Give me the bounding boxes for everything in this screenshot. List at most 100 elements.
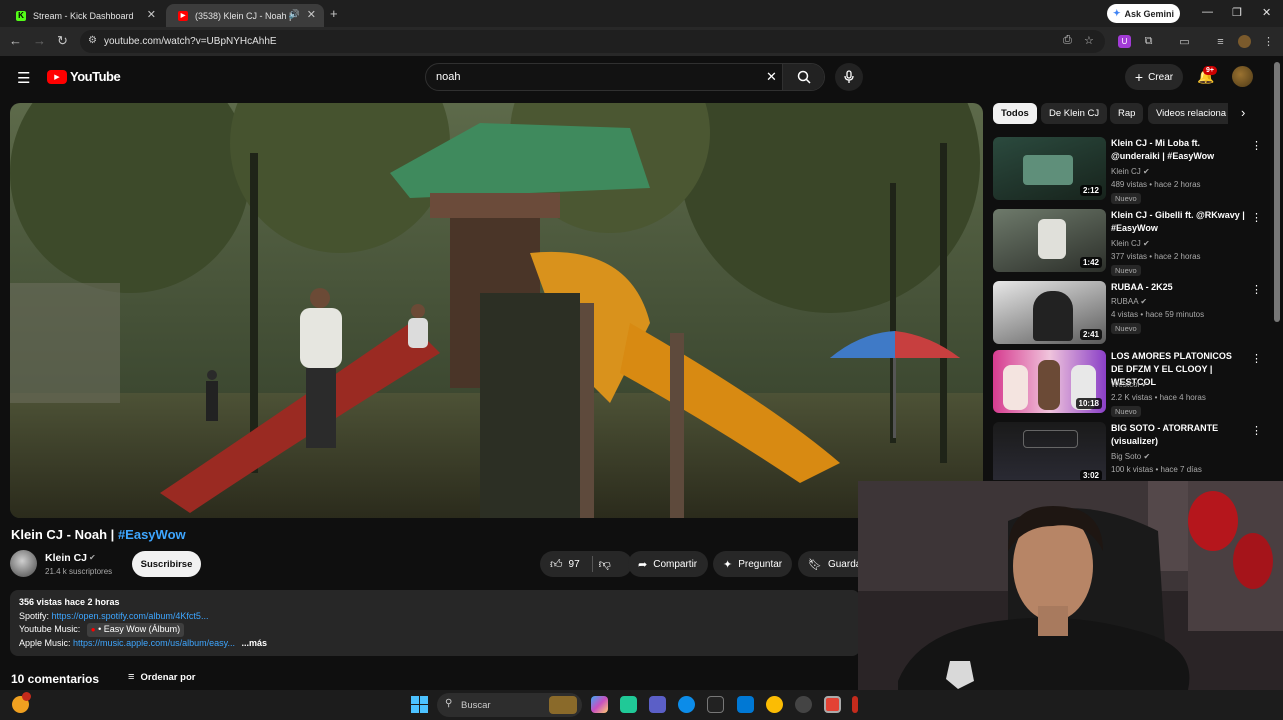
spotify-link[interactable]: https://open.spotify.com/album/4Kfct5...: [52, 611, 209, 621]
sort-button[interactable]: ≡ Ordenar por: [128, 671, 195, 683]
more-options-icon[interactable]: ⋮: [1251, 283, 1262, 296]
minimize-icon[interactable]: —: [1202, 6, 1213, 18]
game-app-icon[interactable]: [707, 696, 724, 713]
rec-channel[interactable]: Klein CJ: [1111, 239, 1141, 248]
app-icon[interactable]: [795, 696, 812, 713]
tab-youtube[interactable]: ▶ (3538) Klein CJ - Noah | #Ea 🔊 ✕: [166, 4, 324, 27]
back-icon[interactable]: ←: [9, 33, 22, 48]
chrome-icon[interactable]: [766, 696, 783, 713]
thumbnail[interactable]: 10:18: [993, 350, 1106, 413]
extensions-puzzle-icon[interactable]: ⧉: [1142, 35, 1155, 48]
reload-icon[interactable]: ↻: [57, 33, 68, 49]
teams-icon[interactable]: [649, 696, 666, 713]
maximize-icon[interactable]: ❐: [1232, 6, 1242, 19]
spotify-line: Spotify: https://open.spotify.com/album/…: [19, 610, 851, 624]
ask-gemini-button[interactable]: ✦ Ask Gemini: [1107, 4, 1180, 23]
install-app-icon[interactable]: ⎙: [1063, 34, 1072, 47]
close-window-icon[interactable]: ✕: [1262, 6, 1271, 19]
share-button[interactable]: ➦ Compartir: [628, 551, 708, 577]
audio-playing-icon[interactable]: 🔊: [289, 9, 300, 20]
app-icon[interactable]: [852, 696, 858, 713]
more-options-icon[interactable]: ⋮: [1251, 139, 1262, 152]
chip-todos[interactable]: Todos: [993, 103, 1037, 124]
windows-start-icon[interactable]: [411, 696, 428, 713]
rec-channel-row: Westcol ✔: [1111, 380, 1148, 389]
rec-title[interactable]: Klein CJ - Mi Loba ft. @underaiki | #Eas…: [1111, 137, 1246, 163]
close-tab-icon[interactable]: ✕: [147, 8, 156, 21]
recommendation-item[interactable]: 10:18 LOS AMORES PLATONICOS DE DFZM Y EL…: [993, 350, 1263, 417]
profile-avatar-icon[interactable]: [1238, 35, 1251, 48]
channel-actions-row: Klein CJ ✔ 21.4 k suscriptores Suscribir…: [10, 550, 868, 580]
user-avatar[interactable]: [1232, 66, 1253, 87]
rec-channel[interactable]: Westcol: [1111, 380, 1139, 389]
new-badge: Nuevo: [1111, 406, 1141, 417]
create-button[interactable]: + Crear: [1125, 64, 1183, 90]
menu-icon[interactable]: ☰: [17, 69, 30, 87]
reading-list-icon[interactable]: ≡: [1214, 35, 1227, 48]
recommendation-item[interactable]: 2:41 RUBAA - 2K25 RUBAA ✔ 4 vistas • hac…: [993, 281, 1263, 345]
bookmark-star-icon[interactable]: ☆: [1084, 34, 1094, 47]
search-input[interactable]: noah: [436, 71, 460, 83]
ask-button[interactable]: ✦ Preguntar: [713, 551, 792, 577]
youtube-logo[interactable]: ▶ YouTube: [47, 69, 121, 84]
rec-channel[interactable]: RUBAA: [1111, 297, 1138, 306]
like-icon[interactable]: 👍︎: [550, 557, 563, 572]
new-tab-icon[interactable]: +: [330, 6, 338, 21]
description-box[interactable]: 356 vistas hace 2 horas Spotify: https:/…: [10, 590, 860, 656]
ytmusic-link[interactable]: • Easy Wow (Álbum): [98, 624, 180, 634]
rec-title[interactable]: Klein CJ - Gibelli ft. @RKwavy | #EasyWo…: [1111, 209, 1246, 235]
chrome-menu-icon[interactable]: ⋮: [1262, 35, 1275, 48]
ytmusic-chip[interactable]: ● • Easy Wow (Álbum): [86, 623, 185, 637]
more-options-icon[interactable]: ⋮: [1251, 211, 1262, 224]
extension-icon[interactable]: U: [1118, 35, 1131, 48]
recommendation-item[interactable]: 1:42 Klein CJ - Gibelli ft. @RKwavy | #E…: [993, 209, 1263, 276]
app-icon[interactable]: [620, 696, 637, 713]
thumbnail[interactable]: 2:41: [993, 281, 1106, 344]
tab-kick-dashboard[interactable]: K Stream - Kick Dashboard ✕: [4, 4, 164, 27]
site-info-icon[interactable]: ⚙: [88, 35, 97, 46]
chevron-right-icon[interactable]: ›: [1241, 105, 1245, 120]
logo-text: YouTube: [70, 69, 121, 84]
chip-de-klein-cj[interactable]: De Klein CJ: [1041, 103, 1108, 124]
side-panel-icon[interactable]: ▭: [1178, 35, 1191, 48]
more-options-icon[interactable]: ⋮: [1251, 424, 1262, 437]
address-bar[interactable]: ⚙ youtube.com/watch?v=UBpNYHcAhhE ⎙ ☆: [80, 30, 1105, 53]
channel-name[interactable]: Klein CJ: [45, 552, 87, 564]
edge-icon[interactable]: [678, 696, 695, 713]
rec-channel[interactable]: Klein CJ: [1111, 167, 1141, 176]
page-scrollbar[interactable]: [1274, 62, 1280, 322]
outlook-icon[interactable]: [737, 696, 754, 713]
chip-label: Videos relaciona: [1156, 108, 1227, 119]
clear-search-icon[interactable]: ✕: [766, 69, 777, 85]
thumbnail[interactable]: 2:12: [993, 137, 1106, 200]
search-box[interactable]: noah ✕: [425, 63, 825, 91]
sort-icon: ≡: [128, 671, 135, 683]
recommendation-item[interactable]: 3:02 BIG SOTO - ATORRANTE (visualizer) B…: [993, 422, 1263, 480]
voice-search-button[interactable]: [835, 63, 863, 91]
search-button[interactable]: [782, 64, 824, 90]
taskbar-search[interactable]: ⚲ Buscar: [437, 693, 582, 717]
apple-link[interactable]: https://music.apple.com/us/album/easy...: [73, 638, 235, 648]
show-more-button[interactable]: ...más: [241, 638, 267, 648]
chip-videos-relacionados[interactable]: Videos relaciona: [1148, 103, 1228, 124]
subscribe-button[interactable]: Suscribirse: [132, 551, 201, 577]
rec-title[interactable]: BIG SOTO - ATORRANTE (visualizer): [1111, 422, 1246, 448]
thumbnail[interactable]: 1:42: [993, 209, 1106, 272]
thumbnail[interactable]: 3:02: [993, 422, 1106, 480]
dislike-icon[interactable]: 👎︎: [599, 557, 611, 572]
share-icon: ➦: [638, 558, 648, 571]
recommendation-item[interactable]: 2:12 Klein CJ - Mi Loba ft. @underaiki |…: [993, 137, 1263, 204]
close-tab-icon[interactable]: ✕: [307, 8, 316, 21]
video-title-text: Klein CJ - Noah |: [11, 527, 118, 542]
active-app-icon[interactable]: [824, 696, 841, 713]
channel-avatar[interactable]: [10, 550, 37, 577]
more-options-icon[interactable]: ⋮: [1251, 352, 1262, 365]
divider: [591, 556, 593, 572]
video-hashtag-link[interactable]: #EasyWow: [118, 527, 186, 542]
copilot-icon[interactable]: [591, 696, 608, 713]
chip-rap[interactable]: Rap: [1110, 103, 1144, 124]
forward-icon[interactable]: →: [33, 33, 46, 48]
rec-title[interactable]: RUBAA - 2K25: [1111, 281, 1246, 294]
rec-channel[interactable]: Big Soto: [1111, 452, 1141, 461]
video-player[interactable]: [10, 103, 983, 518]
